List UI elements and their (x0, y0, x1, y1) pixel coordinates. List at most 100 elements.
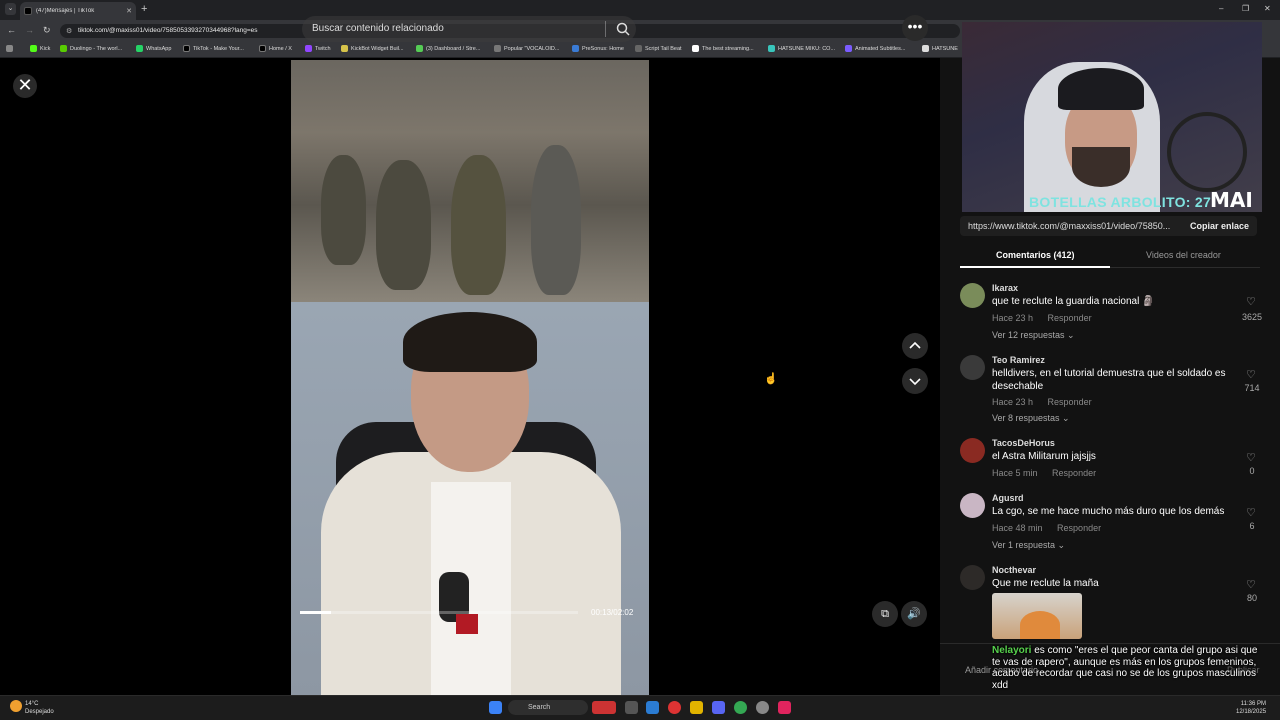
bookmark[interactable]: Script Tail Beat (635, 45, 682, 52)
system-clock[interactable]: 11:36 PM 12/18/2025 (1236, 700, 1266, 716)
bookmark[interactable]: Kick (30, 45, 50, 52)
forward-button[interactable]: → (25, 25, 34, 35)
shirt-logo (456, 614, 478, 634)
heart-icon[interactable]: ♡ (1246, 451, 1256, 464)
heart-icon[interactable]: ♡ (1246, 578, 1256, 591)
bookmark[interactable]: The best streaming... (692, 45, 754, 52)
bookmark[interactable]: Home / X (259, 45, 292, 52)
copy-link-button[interactable]: Copiar enlace (1190, 221, 1249, 231)
stream-logo: MAI (1210, 188, 1253, 212)
heart-icon[interactable]: ♡ (1246, 506, 1256, 519)
cat-image (1020, 611, 1060, 639)
bookmark[interactable]: PreSonus: Home (572, 45, 624, 52)
windows-start-icon[interactable] (489, 701, 502, 714)
avatar[interactable] (960, 493, 985, 518)
reply-button[interactable]: Responder (1048, 313, 1092, 323)
mouse-cursor-icon: ☝ (764, 373, 778, 385)
avatar[interactable] (960, 565, 985, 590)
widgets-icon[interactable] (592, 701, 616, 714)
app-icon[interactable] (668, 701, 681, 714)
video-figure (321, 155, 366, 265)
bookmark[interactable]: Twitch (305, 45, 331, 52)
maximize-button[interactable]: ❐ (1242, 4, 1249, 13)
tab-creator-videos[interactable]: Videos del creador (1146, 250, 1221, 260)
comment-username[interactable]: Teo Ramirez (992, 355, 1045, 365)
comment-time: Hace 23 h (992, 313, 1034, 323)
back-button[interactable]: ← (7, 25, 16, 35)
comment-username[interactable]: Nocthevar (992, 565, 1036, 575)
avatar[interactable] (960, 355, 985, 380)
next-video-button[interactable] (902, 368, 928, 394)
heart-icon[interactable]: ♡ (1246, 368, 1256, 381)
browser-tab[interactable]: (47)Mensajes | TikTok ✕ (20, 2, 136, 20)
taskbar-search[interactable]: Search (508, 700, 588, 715)
bookmark[interactable]: HATSUNE (922, 45, 958, 52)
avatar[interactable] (960, 438, 985, 463)
tab-search-button[interactable]: ⌄ (5, 3, 16, 15)
chevron-down-icon (909, 378, 921, 386)
comment-meta: Hace 23 h Responder (992, 397, 1104, 407)
site-info-icon[interactable]: ⚙ (66, 27, 72, 35)
tab-comments[interactable]: Comentarios (412) (996, 250, 1075, 260)
hair (403, 312, 537, 372)
search-input[interactable]: Buscar contenido relacionado (302, 16, 636, 42)
chevron-up-icon (909, 341, 921, 349)
avatar[interactable] (960, 283, 985, 308)
video-clip-bottom (291, 302, 649, 695)
chat-username: Nelayori (992, 645, 1032, 656)
comment-image[interactable] (992, 593, 1082, 639)
taskbar (0, 695, 1280, 720)
new-tab-button[interactable]: + (141, 3, 147, 15)
like-count: 3625 (1241, 312, 1263, 322)
comment-text: Que me reclute la maña (992, 578, 1099, 589)
reply-button[interactable]: Responder (1057, 523, 1101, 533)
comment-username[interactable]: TacosDeHorus (992, 438, 1055, 448)
more-options-button[interactable]: ••• (902, 15, 928, 41)
bookmark[interactable]: Popular "VOCALOID... (494, 45, 559, 52)
like-count: 714 (1244, 383, 1260, 393)
close-icon[interactable]: ✕ (13, 74, 37, 98)
view-replies-button[interactable]: Ver 12 respuestas ⌄ (992, 330, 1075, 341)
minimize-button[interactable]: – (1219, 4, 1223, 13)
bookmark[interactable]: Animated Subtitles... (845, 45, 905, 52)
task-view-icon[interactable] (625, 701, 638, 714)
reply-button[interactable]: Responder (1048, 397, 1092, 407)
drum-kit (1167, 112, 1247, 192)
bookmark[interactable]: WhatsApp (136, 45, 171, 52)
video-player[interactable] (291, 60, 649, 695)
like-count: 6 (1249, 521, 1255, 531)
weather-icon (10, 700, 22, 712)
view-replies-button[interactable]: Ver 1 respuesta ⌄ (992, 540, 1065, 551)
browser-tab-bar (0, 0, 1280, 20)
volume-button[interactable]: 🔊 (901, 601, 927, 627)
screen: ⌄ (47)Mensajes | TikTok ✕ + – ❐ ✕ ← → ↻ … (0, 0, 1280, 720)
comment-text: La cgo, se me hace mucho más duro que lo… (992, 506, 1225, 517)
search-divider (605, 21, 606, 37)
pip-button[interactable]: ⧉ (872, 601, 898, 627)
app-icon[interactable] (756, 701, 769, 714)
file-explorer-icon[interactable] (690, 701, 703, 714)
close-window-button[interactable]: ✕ (1264, 4, 1271, 13)
discord-icon[interactable] (712, 701, 725, 714)
music-app-icon[interactable] (778, 701, 791, 714)
heart-icon[interactable]: ♡ (1246, 295, 1256, 308)
bookmark[interactable]: Duolingo - The worl... (60, 45, 122, 52)
chrome-icon[interactable] (734, 701, 747, 714)
search-icon[interactable] (615, 21, 631, 37)
reload-button[interactable]: ↻ (43, 25, 51, 36)
chat-text: es como "eres el que peor canta del grup… (992, 645, 1258, 691)
apps-icon[interactable] (6, 45, 16, 52)
comment-username[interactable]: Ikarax (992, 283, 1018, 293)
tab-close-icon[interactable]: ✕ (126, 7, 132, 15)
bookmark[interactable]: HATSUNE MIKU: CO... (768, 45, 835, 52)
bookmark[interactable]: TikTok - Make Your... (183, 45, 244, 52)
bookmark[interactable]: (3) Dashboard / Stre... (416, 45, 480, 52)
bookmark[interactable]: KickBot Widget Buil... (341, 45, 404, 52)
video-progress-bar[interactable] (300, 611, 578, 614)
reply-button[interactable]: Responder (1052, 468, 1096, 478)
previous-video-button[interactable] (902, 333, 928, 359)
view-replies-button[interactable]: Ver 8 respuestas ⌄ (992, 413, 1070, 424)
app-icon[interactable] (646, 701, 659, 714)
comment-username[interactable]: Agusrd (992, 493, 1024, 503)
weather-widget[interactable]: 14°C Despejado (25, 700, 54, 716)
